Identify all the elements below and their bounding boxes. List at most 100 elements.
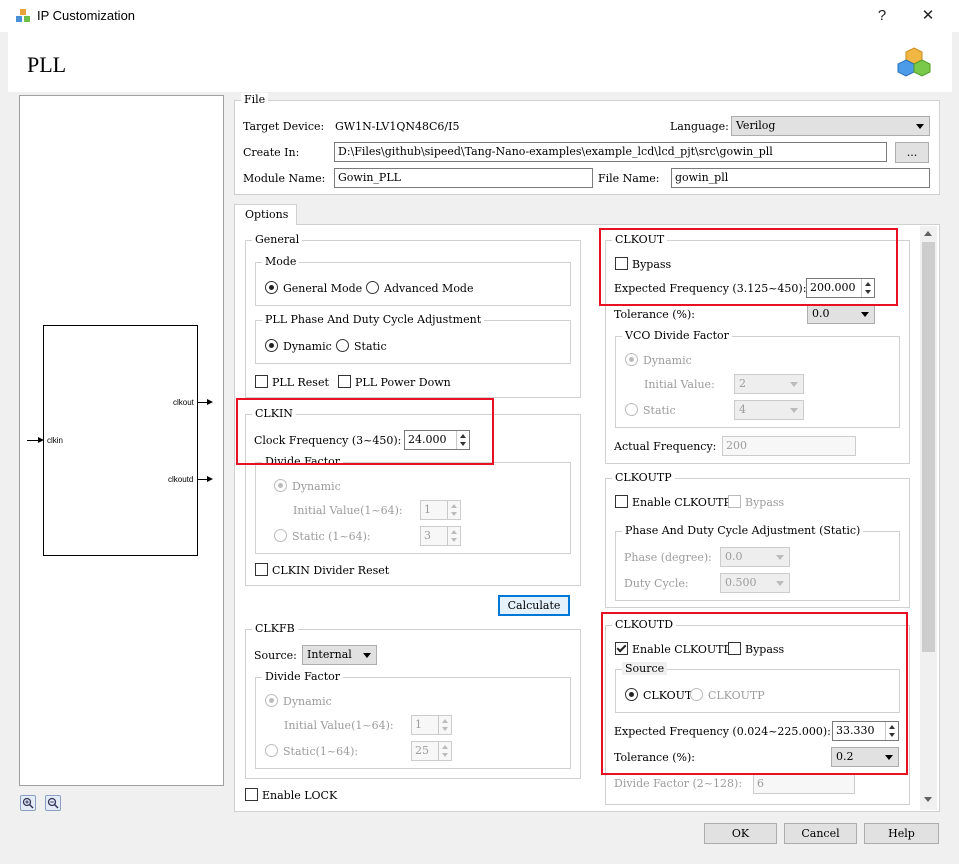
language-select-value: Verilog	[736, 119, 776, 132]
spinner-buttons[interactable]	[438, 742, 451, 760]
spinner-buttons[interactable]	[438, 716, 451, 734]
spinner-buttons[interactable]	[447, 527, 460, 545]
scrollbar-thumb[interactable]	[922, 242, 935, 652]
pll-power-down-label: PLL Power Down	[355, 376, 451, 389]
cubes-icon	[897, 46, 931, 80]
clkfb-initial-spinner[interactable]: 1	[411, 715, 452, 735]
advanced-mode-label: Advanced Mode	[384, 282, 474, 295]
clkin-divider-reset-label: CLKIN Divider Reset	[272, 564, 390, 577]
help-title-button[interactable]: ?	[872, 6, 892, 26]
clkfb-static-radio[interactable]	[265, 744, 278, 757]
tab-options[interactable]: Options	[234, 204, 297, 225]
clkout-actual-value: 200	[722, 436, 856, 456]
port-clkin: clkin	[47, 436, 64, 445]
clkoutp-phase-title: Phase And Duty Cycle Adjustment (Static)	[622, 524, 864, 537]
module-name-input[interactable]: Gowin_PLL	[334, 168, 593, 188]
clkfb-source-value: Internal	[307, 648, 352, 661]
spinner-up-icon	[442, 745, 448, 749]
clkfb-static-label: Static(1~64):	[283, 745, 359, 758]
enable-clkoutp-checkbox[interactable]	[615, 495, 628, 508]
clkoutp-duty-value: 0.500	[725, 576, 757, 589]
clkin-static-label: Static (1~64):	[292, 530, 371, 543]
phase-dynamic-radio[interactable]	[265, 339, 278, 352]
vco-dynamic-label: Dynamic	[643, 354, 692, 367]
clkin-divider-reset-checkbox[interactable]	[255, 563, 268, 576]
clkfb-dynamic-radio[interactable]	[265, 694, 278, 707]
vco-static-select[interactable]: 4	[734, 400, 804, 420]
chevron-down-icon	[363, 653, 371, 658]
clkfb-title: CLKFB	[252, 622, 298, 635]
module-name-label: Module Name:	[243, 172, 326, 185]
zoom-out-icon[interactable]	[45, 795, 61, 811]
vco-title: VCO Divide Factor	[622, 329, 732, 342]
clkfb-source-select[interactable]: Internal	[302, 645, 377, 665]
general-mode-radio[interactable]	[265, 281, 278, 294]
title-bar	[0, 0, 959, 32]
radio-dot	[269, 698, 274, 703]
cancel-button[interactable]: Cancel	[784, 823, 857, 844]
spinner-down-icon	[451, 512, 457, 516]
enable-lock-checkbox[interactable]	[245, 788, 258, 801]
clkout-tolerance-select[interactable]: 0.0	[807, 304, 875, 324]
radio-dot	[629, 357, 634, 362]
chevron-down-icon	[790, 382, 798, 387]
general-title: General	[252, 233, 303, 246]
help-button[interactable]: Help	[864, 823, 939, 844]
chevron-down-icon	[790, 408, 798, 413]
vco-initial-select[interactable]: 2	[734, 374, 804, 394]
pll-reset-checkbox[interactable]	[255, 375, 268, 388]
clkin-dynamic-radio[interactable]	[274, 479, 287, 492]
page-title: PLL	[27, 52, 67, 77]
calculate-button[interactable]: Calculate	[498, 595, 570, 616]
pll-power-down-checkbox[interactable]	[338, 375, 351, 388]
browse-button[interactable]: ...	[895, 142, 929, 163]
app-icon	[15, 8, 31, 24]
scroll-up-icon[interactable]	[924, 231, 932, 236]
ok-button[interactable]: OK	[704, 823, 777, 844]
file-name-input[interactable]: gowin_pll	[671, 168, 930, 188]
spinner-down-icon	[442, 727, 448, 731]
clkoutp-bypass-label: Bypass	[745, 496, 785, 509]
clkin-initial-value: 1	[424, 503, 431, 516]
radio-dot	[269, 343, 274, 348]
clkin-static-value: 3	[424, 529, 431, 542]
clkoutp-duty-select[interactable]: 0.500	[720, 573, 790, 593]
general-mode-label: General Mode	[283, 282, 363, 295]
phase-dynamic-label: Dynamic	[283, 340, 332, 353]
clkoutp-title: CLKOUTP	[612, 471, 675, 484]
pll-reset-label: PLL Reset	[272, 376, 329, 389]
language-label: Language:	[670, 120, 729, 133]
clkin-initial-spinner[interactable]: 1	[420, 500, 461, 520]
phase-static-radio[interactable]	[336, 339, 349, 352]
highlight-clkin	[236, 398, 494, 465]
vco-dynamic-radio[interactable]	[625, 353, 638, 366]
mode-title: Mode	[262, 255, 300, 268]
clkfb-initial-value: 1	[415, 718, 422, 731]
file-group-title: File	[241, 93, 269, 106]
clkin-arrow-head	[38, 437, 44, 443]
advanced-mode-radio[interactable]	[366, 281, 379, 294]
clkfb-static-spinner[interactable]: 25	[411, 741, 452, 761]
zoom-in-icon[interactable]	[20, 795, 36, 811]
language-select[interactable]: Verilog	[731, 116, 930, 136]
phase-static-label: Static	[354, 340, 387, 353]
clkoutp-phase-select[interactable]: 0.0	[720, 547, 790, 567]
chevron-down-icon	[776, 555, 784, 560]
spinner-down-icon	[451, 538, 457, 542]
dialog-header	[8, 32, 952, 92]
port-clkoutd: clkoutd	[168, 475, 194, 484]
close-button[interactable]: ✕	[918, 6, 938, 26]
spinner-down-icon	[442, 753, 448, 757]
clkoutd-divide-value: 6	[753, 774, 855, 794]
clkoutp-bypass-checkbox[interactable]	[728, 495, 741, 508]
create-in-label: Create In:	[243, 146, 300, 159]
clkin-static-spinner[interactable]: 3	[420, 526, 461, 546]
pll-block	[43, 325, 198, 556]
vco-initial-label: Initial Value:	[644, 378, 715, 391]
clkin-static-radio[interactable]	[274, 529, 287, 542]
vco-static-radio[interactable]	[625, 403, 638, 416]
radio-dot	[278, 483, 283, 488]
spinner-buttons[interactable]	[447, 501, 460, 519]
create-in-input[interactable]: D:\Files\github\sipeed\Tang-Nano-example…	[334, 142, 887, 162]
scroll-down-icon[interactable]	[924, 797, 932, 802]
